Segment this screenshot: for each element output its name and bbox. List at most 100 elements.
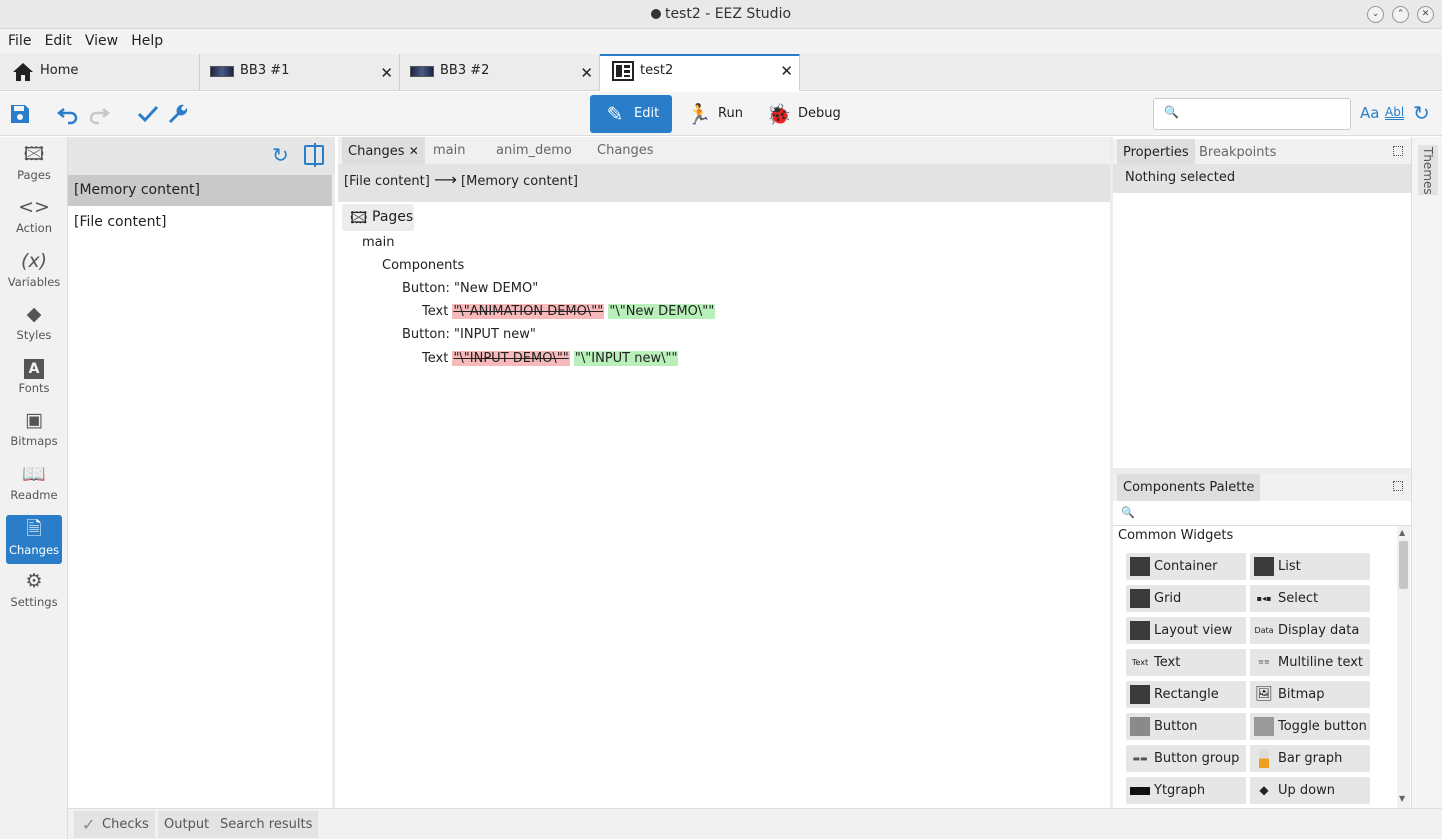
widget-select[interactable]: ▪◂▪ Select [1250,585,1370,612]
debug-label: Debug [798,106,841,121]
text-icon: Text [1131,658,1149,667]
menu-view[interactable]: View [77,29,118,53]
palette-scrollbar[interactable]: ▲ ▼ [1397,526,1410,808]
tab-bb3-1[interactable]: BB3 #1 ✕ [200,54,400,91]
widget-ytgraph[interactable]: Ytgraph [1126,777,1246,804]
tab-label: BB3 #2 [440,63,490,78]
tab-changes[interactable]: Changes [597,137,654,164]
tree-page-main: main [362,235,395,250]
tree-text-change-2: Text "\"INPUT DEMO\"" "\"INPUT new\"" [422,351,679,366]
maximize-button[interactable]: ⌃ [1392,6,1409,23]
list-item-memory-content[interactable]: [Memory content] [68,175,332,206]
tab-test2[interactable]: test2 ✕ [600,54,800,91]
widget-display-data[interactable]: Data Display data [1250,617,1370,644]
redo-icon[interactable] [87,102,111,126]
tree-text-change-1: Text "\"ANIMATION DEMO\"" "\"New DEMO\"" [422,304,716,319]
ytgraph-icon [1130,787,1150,795]
tab-checks[interactable]: ✓ Checks [74,811,155,838]
run-mode-button[interactable]: 🏃 Run [674,95,752,133]
nav-readme[interactable]: 📖 Readme [6,460,62,509]
palette-search-input[interactable] [1135,504,1395,522]
refresh-icon[interactable]: ↻ [1413,101,1430,125]
widget-rectangle[interactable]: Rectangle [1126,681,1246,708]
tab-label: test2 [640,63,674,78]
nav-bitmaps[interactable]: ▣ Bitmaps [6,406,62,455]
layout-view-icon [1130,621,1150,640]
pages-section-button[interactable]: 🖾 Pages [342,204,414,231]
tab-home[interactable]: Home [0,54,200,91]
tab-anim-demo[interactable]: anim_demo [496,137,572,164]
nav-settings[interactable]: ⚙ Settings [6,567,62,616]
menu-edit[interactable]: Edit [37,29,72,53]
added-value: "\"New DEMO\"" [608,304,716,319]
widget-up-down[interactable]: ◆ Up down [1250,777,1370,804]
search-box: 🔍 [1153,98,1351,130]
tab-bb3-2[interactable]: BB3 #2 ✕ [400,54,600,91]
tab-components-palette[interactable]: Components Palette [1117,474,1261,501]
scrollbar-thumb[interactable] [1399,541,1408,589]
list-icon [1254,557,1274,576]
refresh-icon[interactable]: ↻ [272,143,289,167]
match-case-icon[interactable]: Aa [1360,104,1379,122]
close-window-button[interactable]: ✕ [1417,6,1434,23]
widget-layout-view[interactable]: Layout view [1126,617,1246,644]
search-icon: 🔍 [1121,506,1135,519]
check-icon[interactable] [136,102,160,126]
search-input[interactable] [1182,104,1342,124]
minimize-button[interactable]: ⌄ [1367,6,1384,23]
deleted-value: "\"ANIMATION DEMO\"" [452,304,605,319]
button-group-icon: ▬▬ [1132,754,1148,763]
widget-toggle-button[interactable]: Toggle button [1250,713,1370,740]
close-tab-icon[interactable]: ✕ [380,56,393,90]
changes-list-header: ↻ [68,137,335,175]
list-item-file-content[interactable]: [File content] [68,207,332,238]
maximize-panel-icon[interactable] [1393,481,1403,491]
nav-variables[interactable]: (x) Variables [6,247,62,296]
widget-bar-graph[interactable]: Bar graph [1250,745,1370,772]
project-icon [612,61,634,81]
save-icon[interactable] [8,102,32,126]
widget-text[interactable]: Text Text [1126,649,1246,676]
edit-mode-button[interactable]: ✎ Edit [590,95,672,133]
tab-breakpoints[interactable]: Breakpoints [1199,139,1276,166]
close-tab-icon[interactable]: ✕ [409,144,419,158]
themes-tab[interactable]: Themes [1418,145,1438,195]
close-tab-icon[interactable]: ✕ [780,56,793,86]
debug-mode-button[interactable]: 🐞 Debug [754,95,854,133]
tab-output[interactable]: Output [158,811,216,838]
nav-action[interactable]: <> Action [6,193,62,242]
compare-icon[interactable] [304,143,324,167]
maximize-panel-icon[interactable] [1393,146,1403,156]
widget-container[interactable]: Container [1126,553,1246,580]
tab-changes-active[interactable]: Changes ✕ [342,137,425,164]
wrench-icon[interactable] [166,102,190,126]
nav-changes[interactable]: 🗎 Changes [6,515,62,564]
nav-styles[interactable]: ◆ Styles [6,300,62,349]
tab-main[interactable]: main [433,137,465,164]
right-panel: Properties Breakpoints Nothing selected … [1110,137,1411,808]
whole-word-icon[interactable]: Abl [1385,105,1405,120]
scroll-up-icon[interactable]: ▲ [1399,528,1405,537]
widget-button[interactable]: Button [1126,713,1246,740]
pages-icon: 🖾 [350,208,368,227]
widget-bitmap[interactable]: 🖼 Bitmap [1250,681,1370,708]
variable-icon: (x) [20,250,48,272]
widget-button-group[interactable]: ▬▬ Button group [1126,745,1246,772]
nav-pages[interactable]: 🖾 Pages [6,140,62,189]
menu-help[interactable]: Help [123,29,163,53]
container-icon [1130,557,1150,576]
grid-icon [1130,589,1150,608]
scroll-down-icon[interactable]: ▼ [1399,794,1405,803]
instrument-thumbnail-icon [210,66,234,77]
widget-grid[interactable]: Grid [1126,585,1246,612]
menu-file[interactable]: File [0,29,31,53]
tab-search-results[interactable]: Search results [214,811,319,838]
widget-multiline-text[interactable]: ≡≡ Multiline text [1250,649,1370,676]
nav-fonts[interactable]: A Fonts [6,353,62,402]
search-icon: 🔍 [1164,105,1179,119]
toggle-button-icon [1254,717,1274,736]
tab-properties[interactable]: Properties [1117,139,1195,166]
undo-icon[interactable] [56,102,80,126]
close-tab-icon[interactable]: ✕ [580,56,593,90]
widget-list[interactable]: List [1250,553,1370,580]
